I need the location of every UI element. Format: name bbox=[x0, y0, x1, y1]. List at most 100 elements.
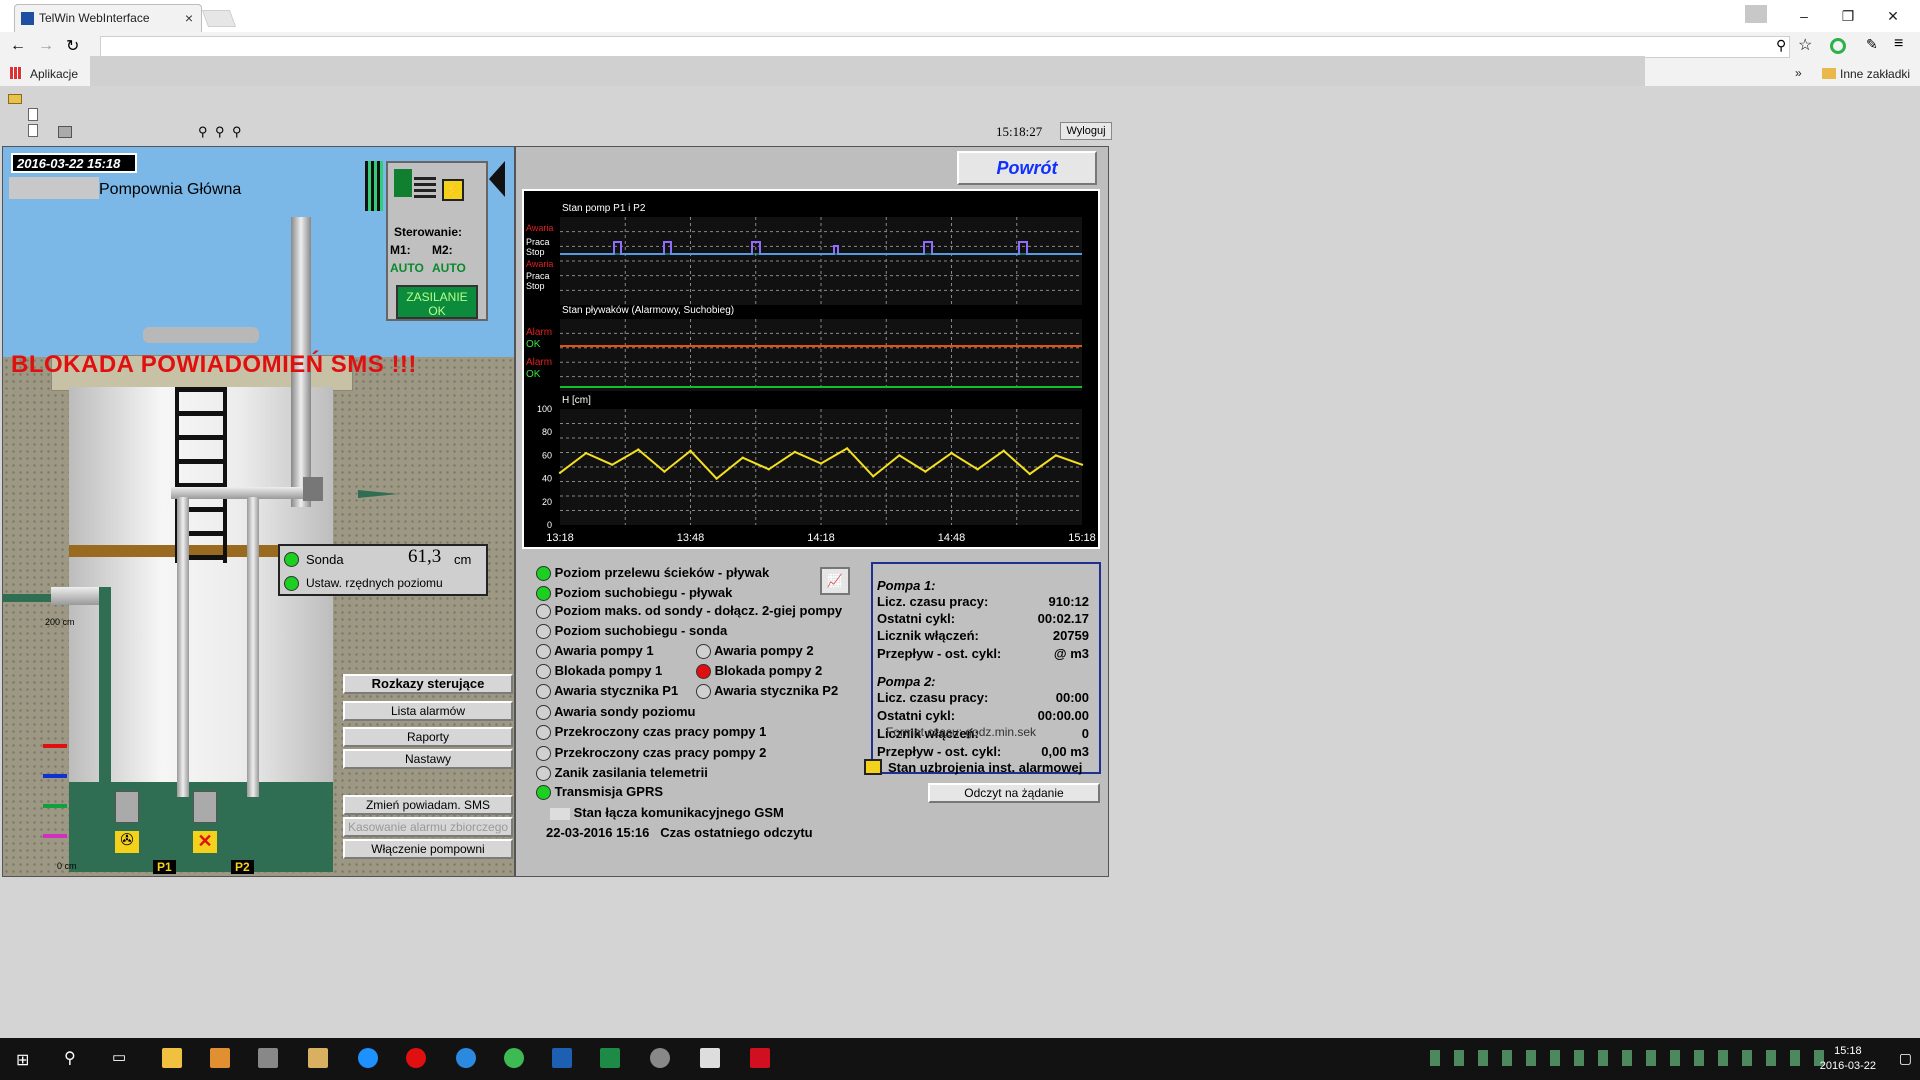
x-tick-label: 14:18 bbox=[807, 532, 835, 544]
file-explorer-icon[interactable] bbox=[162, 1048, 182, 1068]
alarm-label: Przekroczony czas pracy pompy 1 bbox=[554, 724, 767, 739]
forward-icon[interactable]: → bbox=[38, 37, 54, 55]
dry-run-marker-icon bbox=[43, 834, 67, 838]
change-sms-button[interactable]: Zmień powiadam. SMS bbox=[343, 795, 513, 815]
folder-icon[interactable] bbox=[8, 94, 22, 104]
m1-mode: AUTO bbox=[390, 261, 424, 275]
level-probe-panel: Sonda 61,3 cm Ustaw. rzędnych poziomu bbox=[278, 544, 488, 596]
alarm-list-button[interactable]: Lista alarmów bbox=[343, 701, 513, 721]
pump-p1-icon[interactable] bbox=[115, 791, 139, 823]
minimize-button[interactable]: – bbox=[1786, 4, 1822, 28]
close-window-button[interactable]: ✕ bbox=[1875, 4, 1911, 28]
excel-icon[interactable] bbox=[600, 1048, 620, 1068]
zoom-in-icon[interactable]: ⚲ bbox=[232, 124, 242, 140]
back-button[interactable]: Powrót bbox=[957, 151, 1097, 185]
pump-p2-blocked-icon: ✕ bbox=[193, 831, 217, 853]
alarm-label: Przekroczony czas pracy pompy 2 bbox=[554, 745, 767, 760]
menu-icon[interactable]: ≡ bbox=[1894, 35, 1903, 53]
probe-value: 61,3 bbox=[408, 546, 442, 567]
app-icon[interactable] bbox=[650, 1048, 670, 1068]
windows-start-icon[interactable]: ⊞ bbox=[16, 1050, 29, 1070]
read-on-demand-button[interactable]: Odczyt na żądanie bbox=[928, 783, 1100, 803]
alarm-item: Awaria sondy poziomu bbox=[536, 704, 695, 721]
level-data-point bbox=[715, 477, 718, 480]
cabinet-terminals-icon bbox=[414, 177, 436, 199]
opera-icon[interactable] bbox=[406, 1048, 426, 1068]
tab-title: TelWin WebInterface bbox=[39, 11, 150, 25]
alarm-status-led bbox=[536, 664, 551, 680]
new-tab-button[interactable] bbox=[201, 10, 237, 27]
alarm-item: Blokada pompy 1 bbox=[536, 663, 662, 680]
alarm-label: Awaria stycznika P2 bbox=[714, 683, 839, 698]
m1-label: M1: bbox=[390, 243, 411, 257]
inflow-arrow-icon bbox=[3, 594, 53, 602]
edge-icon[interactable] bbox=[358, 1048, 378, 1068]
pump-stat-label: Przepływ - ost. cykl: bbox=[877, 744, 1002, 759]
level-data-point bbox=[689, 449, 692, 452]
chrome-icon[interactable] bbox=[504, 1048, 524, 1068]
app-red-icon[interactable] bbox=[750, 1048, 770, 1068]
alarm-status-led bbox=[536, 604, 551, 620]
user-profile-icon[interactable] bbox=[1745, 5, 1767, 23]
trend-charts: Stan pomp P1 i P2 Stan pływaków (Alarmow… bbox=[522, 189, 1100, 549]
alarm-status-led bbox=[536, 624, 551, 640]
taskbar-clock[interactable]: 15:18 2016-03-22 bbox=[1820, 1044, 1876, 1074]
zoom-icon[interactable]: ⚲ bbox=[1776, 37, 1786, 54]
trend-chart-icon[interactable]: 📈 bbox=[820, 567, 850, 595]
dropbox-icon[interactable] bbox=[258, 1048, 278, 1068]
alarm-label: Blokada pompy 2 bbox=[714, 663, 823, 678]
document-icon[interactable] bbox=[28, 108, 38, 121]
internet-explorer-icon[interactable] bbox=[456, 1048, 476, 1068]
alarm-status-led bbox=[536, 746, 551, 762]
pump-stat-value: 00:00.00 bbox=[1037, 708, 1089, 723]
settings-button[interactable]: Nastawy bbox=[343, 749, 513, 769]
calculator-icon[interactable] bbox=[700, 1048, 720, 1068]
bookmark-star-icon[interactable]: ☆ bbox=[1798, 35, 1812, 55]
browser-tab[interactable]: TelWin WebInterface × bbox=[14, 4, 202, 32]
pump-p2-icon[interactable] bbox=[193, 791, 217, 823]
apps-bookmark[interactable]: Aplikacje bbox=[30, 67, 78, 81]
antenna-icon bbox=[365, 161, 383, 211]
logout-button[interactable]: Wyloguj bbox=[1060, 122, 1112, 140]
alarm-status-led bbox=[696, 664, 711, 680]
riser-pipe-p2 bbox=[247, 497, 259, 797]
pump-stat-value: 910:12 bbox=[1048, 594, 1089, 609]
folder-app-icon[interactable] bbox=[308, 1048, 328, 1068]
search-icon[interactable]: ⚲ bbox=[64, 1048, 76, 1068]
media-player-icon[interactable] bbox=[210, 1048, 230, 1068]
zoom-icon[interactable]: ⚲ bbox=[215, 124, 225, 140]
level-data-point bbox=[663, 470, 666, 473]
reports-button[interactable]: Raporty bbox=[343, 727, 513, 747]
restore-button[interactable]: ❐ bbox=[1830, 4, 1866, 28]
system-tray-icons[interactable] bbox=[1430, 1050, 1830, 1066]
level-data-point bbox=[558, 471, 562, 474]
task-view-icon[interactable]: ▭ bbox=[112, 1048, 126, 1066]
reset-alarm-button[interactable]: Kasowanie alarmu zbiorczego bbox=[343, 817, 513, 837]
zoom-out-icon[interactable]: ⚲ bbox=[198, 124, 208, 140]
station-enable-button[interactable]: Włączenie pompowni bbox=[343, 839, 513, 859]
reload-icon[interactable]: ↻ bbox=[66, 36, 79, 56]
word-icon[interactable] bbox=[552, 1048, 572, 1068]
pump-stat-value: 0 bbox=[1081, 726, 1089, 741]
sms-block-warning: BLOKADA POWIADOMIEŃ SMS !!! bbox=[11, 351, 417, 378]
level-data-point bbox=[950, 451, 953, 455]
alarm-label: Zanik zasilania telemetrii bbox=[554, 765, 708, 780]
pump-stat-value: 0,00 m3 bbox=[1041, 744, 1089, 759]
notifications-icon[interactable]: ▢ bbox=[1899, 1050, 1912, 1067]
station-name: Pompownia Główna bbox=[99, 181, 242, 198]
extension-puzzle-icon[interactable]: ✎ bbox=[1866, 36, 1878, 53]
back-icon[interactable]: ← bbox=[10, 37, 26, 55]
close-tab-icon[interactable]: × bbox=[185, 5, 193, 31]
url-input[interactable] bbox=[100, 36, 1790, 58]
x-tick-label: 14:48 bbox=[938, 532, 966, 544]
bookmarks-chevron[interactable]: » bbox=[1795, 66, 1802, 80]
extension-icon[interactable] bbox=[1830, 38, 1846, 54]
y-tick-label: 60 bbox=[542, 450, 552, 460]
m2-mode: AUTO bbox=[432, 261, 466, 275]
document-icon[interactable] bbox=[28, 124, 38, 137]
control-cabinet[interactable]: ⚡ Sterowanie: M1: M2: AUTO AUTO ZASILANI… bbox=[386, 161, 488, 321]
control-commands-button[interactable]: Rozkazy sterujące bbox=[343, 674, 513, 694]
print-icon[interactable] bbox=[58, 126, 72, 138]
other-bookmarks[interactable]: Inne zakładki bbox=[1840, 67, 1910, 81]
alarm-status-led bbox=[696, 644, 711, 660]
